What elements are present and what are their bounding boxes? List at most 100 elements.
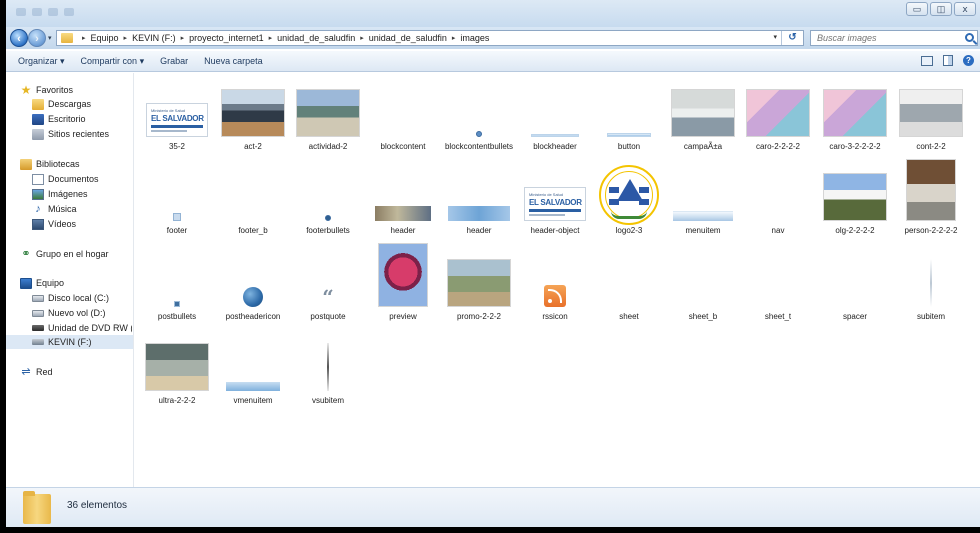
file-item[interactable]: act-2 <box>215 79 291 165</box>
forward-arrow-icon[interactable]: › <box>28 29 46 47</box>
file-item[interactable]: footerbullets <box>290 163 366 249</box>
breadcrumb-item[interactable]: Equipo <box>91 33 119 43</box>
file-name: ultra-2-2-2 <box>158 396 196 405</box>
file-item[interactable]: subitem <box>893 249 969 335</box>
file-item[interactable]: cont-2-2 <box>893 79 969 165</box>
organize-button[interactable]: Organizar ▾ <box>18 56 65 67</box>
file-item[interactable]: sheet <box>591 249 667 335</box>
file-item[interactable]: campaÃ±a <box>665 79 741 165</box>
maximize-button[interactable]: ◫ <box>930 2 952 16</box>
breadcrumb-item[interactable]: images <box>460 33 489 43</box>
minimize-button[interactable]: ▭ <box>906 2 928 16</box>
help-icon[interactable]: ? <box>963 55 974 66</box>
sidebar-item-label: Música <box>48 204 77 214</box>
preview-pane-icon[interactable] <box>943 55 953 66</box>
sidebar-item-downloads[interactable]: Descargas <box>32 97 132 111</box>
file-item[interactable]: Ministerio de Salud EL SALVADOR 35-2 <box>139 79 215 165</box>
file-item[interactable]: actividad-2 <box>290 79 366 165</box>
photo-thumbnail <box>378 243 428 307</box>
breadcrumb-item[interactable]: unidad_de_saludfin <box>369 33 447 43</box>
sidebar-item-favorites[interactable]: ★ Favoritos <box>20 83 132 97</box>
file-item[interactable]: footer_b <box>215 163 291 249</box>
file-item[interactable]: header <box>365 163 441 249</box>
file-item[interactable]: sheet_b <box>665 249 741 335</box>
file-item[interactable]: nav <box>740 163 816 249</box>
file-item[interactable]: postbullets <box>139 249 215 335</box>
breadcrumb-item[interactable]: unidad_de_saludfin <box>277 33 355 43</box>
file-name: 35-2 <box>168 142 185 151</box>
breadcrumb: ▸ Equipo ▸ KEVIN (F:) ▸ proyecto_interne… <box>82 33 490 43</box>
sidebar-item-desktop[interactable]: Escritorio <box>32 112 132 126</box>
file-name: header <box>466 226 492 235</box>
sidebar-item-drive-d[interactable]: Nuevo vol (D:) <box>32 306 132 320</box>
new-folder-button[interactable]: Nueva carpeta <box>204 56 263 66</box>
sidebar-item-dvd-drive[interactable]: Unidad de DVD RW ( <box>32 321 132 335</box>
navigation-pane: ★ Favoritos Descargas Escritorio Sitios r… <box>6 73 134 487</box>
file-item[interactable]: “ postquote <box>290 249 366 335</box>
sidebar-item-label: Imágenes <box>48 189 88 199</box>
file-item[interactable]: olg-2-2-2-2 <box>817 163 893 249</box>
file-name: olg-2-2-2-2 <box>835 226 875 235</box>
line-thumbnail <box>930 259 932 307</box>
file-item[interactable]: sheet_t <box>740 249 816 335</box>
sidebar-item-libraries[interactable]: Bibliotecas <box>20 157 132 171</box>
file-item[interactable]: person-2-2-2-2 <box>893 159 969 249</box>
file-item[interactable]: caro-3-2-2-2-2 <box>817 79 893 165</box>
file-name: spacer <box>842 312 867 321</box>
sidebar-item-network[interactable]: ⇌ Red <box>20 365 132 379</box>
search-input[interactable] <box>817 33 957 43</box>
address-bar[interactable]: ▸ Equipo ▸ KEVIN (F:) ▸ proyecto_interne… <box>56 30 804 46</box>
back-arrow-icon[interactable]: ‹ <box>10 29 28 47</box>
photo-thumbnail <box>823 173 887 221</box>
file-item[interactable]: menuitem <box>665 163 741 249</box>
refresh-button[interactable]: ↺ <box>781 31 803 45</box>
sidebar-item-documents[interactable]: Documentos <box>32 172 132 186</box>
file-item[interactable]: spacer <box>817 249 893 335</box>
breadcrumb-item[interactable]: KEVIN (F:) <box>132 33 176 43</box>
file-item[interactable]: header <box>441 163 517 249</box>
file-item[interactable]: blockcontent <box>365 79 441 165</box>
bullet-icon <box>325 215 331 221</box>
file-item[interactable]: blockcontentbullets <box>441 79 517 165</box>
file-item[interactable]: vmenuitem <box>215 333 291 419</box>
sidebar-item-kevin-drive[interactable]: KEVIN (F:) <box>6 335 133 349</box>
file-name: blockcontent <box>380 142 426 151</box>
sidebar-item-music[interactable]: ♪ Música <box>32 202 132 216</box>
quote-icon: “ <box>322 285 334 309</box>
file-item[interactable]: logo2-3 <box>591 163 667 249</box>
sidebar-item-computer[interactable]: Equipo <box>20 276 132 290</box>
file-item[interactable]: button <box>591 79 667 165</box>
file-name: sheet <box>619 312 639 321</box>
file-item[interactable]: caro-2-2-2-2 <box>740 79 816 165</box>
file-item[interactable]: promo-2-2-2 <box>441 249 517 335</box>
file-item[interactable]: Ministerio de Salud EL SALVADOR header-ob… <box>517 163 593 249</box>
sidebar-item-label: Nuevo vol (D:) <box>48 308 106 318</box>
breadcrumb-item[interactable]: proyecto_internet1 <box>189 33 264 43</box>
file-name: blockheader <box>533 142 577 151</box>
close-button[interactable]: ⅹ <box>954 2 976 16</box>
photo-thumbnail <box>671 89 735 137</box>
share-with-button[interactable]: Compartir con ▾ <box>81 56 145 67</box>
file-name: blockcontentbullets <box>444 142 514 151</box>
file-item[interactable]: vsubitem <box>290 333 366 419</box>
search-box[interactable] <box>810 30 978 46</box>
file-name: rssicon <box>542 312 568 321</box>
file-item[interactable]: footer <box>139 163 215 249</box>
burn-button[interactable]: Grabar <box>160 56 188 66</box>
sidebar-item-homegroup[interactable]: ⚭ Grupo en el hogar <box>20 247 132 261</box>
change-view-icon[interactable] <box>921 55 933 66</box>
file-item[interactable]: blockheader <box>517 79 593 165</box>
file-item[interactable]: rssicon <box>517 249 593 335</box>
sidebar-item-videos[interactable]: Vídeos <box>32 217 132 231</box>
address-row: ‹ › ▾ ▸ Equipo ▸ KEVIN (F:) ▸ proyecto_i… <box>6 27 980 49</box>
search-icon[interactable] <box>965 33 974 42</box>
sidebar-item-pictures[interactable]: Imágenes <box>32 187 132 201</box>
address-history-chevron-icon[interactable]: ▾ <box>773 31 777 45</box>
sidebar-item-recent-places[interactable]: Sitios recientes <box>32 127 132 141</box>
file-name: footer <box>166 226 188 235</box>
file-item[interactable]: preview <box>365 243 441 335</box>
file-item[interactable]: postheadericon <box>215 249 291 335</box>
file-item[interactable]: ultra-2-2-2 <box>139 333 215 419</box>
sidebar-item-drive-c[interactable]: Disco local (C:) <box>32 291 132 305</box>
recent-pages-chevron-icon[interactable]: ▾ <box>48 34 52 42</box>
